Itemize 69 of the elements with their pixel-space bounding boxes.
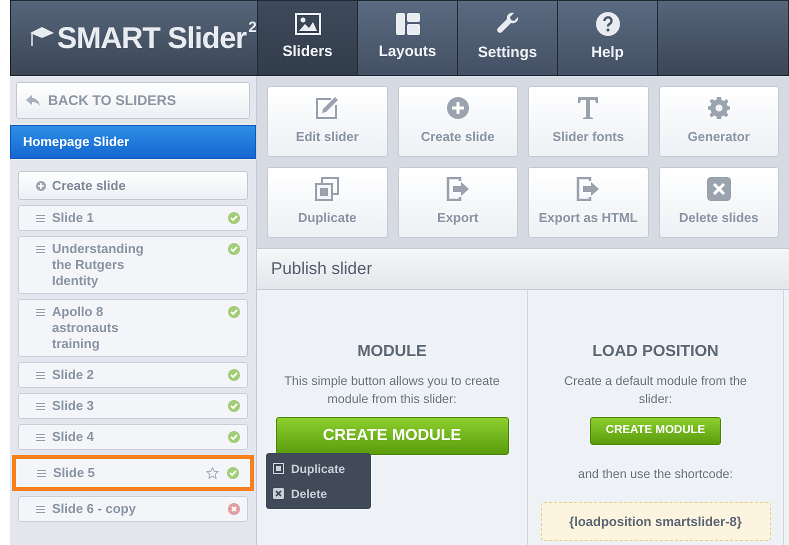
description-text: Create a default module from the slider: (563, 373, 748, 408)
copy-icon (315, 177, 340, 202)
action-button[interactable]: Export (398, 167, 518, 238)
create-module-button[interactable]: CREATE MODULE (590, 417, 721, 445)
shortcode-box: {loadposition smartslider-8} (540, 502, 770, 541)
slide-item[interactable]: Apollo 8 astronauts training (18, 299, 248, 357)
menu-item[interactable]: Duplicate (266, 456, 371, 481)
star-icon[interactable] (206, 467, 219, 479)
delete-icon (273, 488, 284, 499)
layout-icon (396, 12, 420, 35)
description-text: This simple button allows you to create module from this slider: (283, 373, 501, 408)
drag-handle-icon (36, 246, 45, 253)
slide-title: Understanding the Rutgers Identity (52, 241, 145, 289)
plus-circle-icon (446, 96, 470, 120)
action-button[interactable]: Duplicate (267, 167, 388, 238)
slide-title: Slide 2 (52, 367, 95, 383)
action-button[interactable]: Delete slides (658, 167, 779, 238)
slide-title: Slide 6 - copy (52, 501, 137, 517)
slide-item[interactable]: Slide 1 (18, 205, 248, 231)
wrench-icon (496, 12, 520, 36)
drag-handle-icon (36, 506, 45, 513)
help-icon (596, 12, 620, 36)
nav-tab[interactable]: Layouts (357, 1, 457, 75)
gear-icon (706, 96, 731, 120)
export-icon (576, 177, 600, 202)
create-slide-button[interactable]: Create slide (18, 171, 248, 200)
drag-handle-icon (36, 434, 45, 441)
action-button[interactable]: Generator (658, 86, 779, 157)
slide-item[interactable]: Slide 2 (18, 362, 248, 388)
drag-handle-icon (36, 215, 45, 222)
copy-icon (273, 463, 284, 474)
note-text: and then use the shortcode: (578, 466, 733, 483)
section-heading: LOAD POSITION (592, 342, 719, 362)
action-button[interactable]: Edit slider (267, 86, 388, 157)
slide-item[interactable]: Slide 3 (18, 393, 248, 419)
slide-title: Slide 4 (52, 429, 95, 445)
menu-item[interactable]: Delete (266, 481, 371, 506)
slide-item[interactable]: Slide 4 (18, 424, 248, 450)
slide-title: Slide 5 (53, 465, 96, 481)
slide-title: Slide 1 (52, 210, 95, 226)
slider-title-bar: Homepage Slider (10, 125, 256, 159)
action-button[interactable]: Create slide (398, 86, 518, 157)
section-header: Publish slider (257, 248, 789, 290)
action-button[interactable]: Export as HTML (528, 167, 648, 238)
logo-text: SMART Slider (57, 20, 246, 56)
slide-item[interactable]: Slide 5 (12, 455, 254, 491)
edit-icon (315, 96, 340, 120)
drag-handle-icon (37, 470, 46, 477)
section-heading: MODULE (357, 342, 427, 362)
drag-handle-icon (36, 372, 45, 379)
slide-title: Slide 3 (52, 398, 95, 414)
nav-tab[interactable]: Settings (457, 1, 557, 75)
create-module-button[interactable]: CREATE MODULE (276, 417, 508, 455)
logo-superscript: 2 (248, 18, 257, 38)
delete-icon (706, 177, 731, 202)
action-button[interactable]: Slider fonts (528, 86, 648, 157)
nav-tab[interactable]: Sliders (257, 1, 357, 75)
export-icon (446, 177, 470, 202)
slide-item[interactable]: Understanding the Rutgers Identity (18, 236, 248, 294)
plus-circle-icon (36, 180, 46, 190)
slide-item[interactable]: Slide 6 - copy (18, 496, 248, 522)
back-button[interactable]: BACK TO SLIDERS (16, 82, 250, 119)
drag-handle-icon (36, 309, 45, 316)
drag-handle-icon (36, 403, 45, 410)
nav-tab[interactable]: Help (557, 1, 657, 75)
back-arrow-icon (26, 95, 40, 106)
letter-t-icon (577, 96, 600, 120)
slide-title: Apollo 8 astronauts training (52, 304, 120, 352)
image-icon (294, 12, 320, 35)
